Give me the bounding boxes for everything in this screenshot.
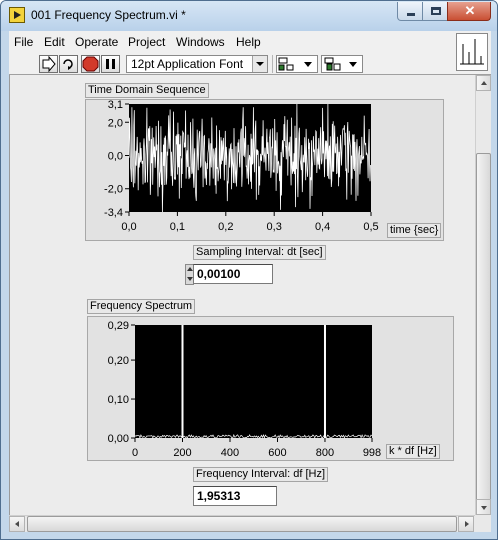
- x-tick-label: 0,2: [218, 221, 233, 233]
- close-button[interactable]: ✕: [447, 2, 491, 21]
- x-tick-label: 200: [173, 447, 191, 459]
- plot-area: [135, 325, 372, 438]
- menu-project[interactable]: Project: [128, 35, 165, 49]
- maximize-button[interactable]: [422, 2, 448, 21]
- x-tick-label: 0: [132, 447, 138, 459]
- time-domain-graph[interactable]: 0,0 0,1 0,2 0,3 0,4 0,5 3,1 2,0 0,0 -2,0 -3,4: [85, 99, 444, 241]
- y-tick-label: -2,0: [104, 184, 123, 196]
- spectrum-thumbnail-icon: [460, 39, 484, 65]
- sampling-interval-label: Sampling Interval: dt [sec]: [193, 245, 326, 260]
- y-tick-label: 0,20: [108, 355, 129, 367]
- distribute-objects-dropdown[interactable]: [321, 55, 363, 73]
- menu-bar: File Edit Operate Project Windows Help: [9, 31, 491, 53]
- scroll-down-button[interactable]: [476, 499, 491, 515]
- menu-windows[interactable]: Windows: [176, 35, 225, 49]
- x-tick-label: 0,3: [267, 221, 282, 233]
- x-tick-label: 0,4: [315, 221, 330, 233]
- y-tick-label: -3,4: [104, 207, 123, 219]
- frequency-interval-output: 1,95313: [193, 486, 277, 506]
- distribute-objects-icon: [324, 57, 357, 71]
- pause-button[interactable]: [101, 55, 120, 73]
- window-title: 001 Frequency Spectrum.vi *: [31, 8, 186, 22]
- time-axis-label: time {sec}: [387, 223, 442, 238]
- toolbar: 12pt Application Font: [9, 53, 491, 75]
- minimize-button[interactable]: [397, 2, 423, 21]
- freq-graph-label: Frequency Spectrum: [87, 299, 196, 314]
- time-graph-label: Time Domain Sequence: [85, 83, 209, 98]
- y-tick-label: 3,1: [108, 100, 123, 111]
- toolbar-separator: [272, 55, 273, 73]
- time-domain-plot: 0,0 0,1 0,2 0,3 0,4 0,5 3,1 2,0 0,0 -2,0 -3,4: [104, 99, 379, 233]
- run-button[interactable]: [39, 55, 58, 73]
- vertical-scrollbar[interactable]: [475, 75, 491, 515]
- sampling-interval-input[interactable]: 0,00100: [193, 264, 273, 284]
- chevron-down-icon: [256, 62, 264, 66]
- scroll-left-icon: [15, 521, 19, 527]
- frequency-spectrum-graph[interactable]: 0 200 400 600 800 998 0,29 0,20 0,10 0,00: [87, 316, 454, 461]
- x-tick-label: 800: [316, 447, 334, 459]
- scroll-down-icon: [481, 506, 487, 510]
- x-tick-label: 998: [363, 447, 381, 459]
- align-objects-dropdown[interactable]: [276, 55, 318, 73]
- vi-icon[interactable]: [456, 33, 488, 71]
- scroll-left-button[interactable]: [9, 516, 25, 532]
- scroll-up-icon: [481, 81, 487, 85]
- x-tick-label: 0,0: [121, 221, 136, 233]
- title-bar[interactable]: 001 Frequency Spectrum.vi * ✕: [1, 1, 497, 31]
- menu-help[interactable]: Help: [236, 35, 261, 49]
- x-tick-label: 0,5: [363, 221, 378, 233]
- freq-axis-label: k * df [Hz]: [386, 444, 440, 459]
- labview-icon: [9, 7, 25, 23]
- frequency-interval-label: Frequency Interval: df [Hz]: [193, 467, 328, 482]
- align-objects-icon: [278, 57, 312, 71]
- y-tick-label: 0,00: [108, 433, 129, 445]
- pause-icon: [106, 59, 115, 69]
- vertical-scroll-thumb[interactable]: [476, 153, 491, 503]
- font-dropdown-value: 12pt Application Font: [131, 57, 244, 71]
- resize-grip[interactable]: [475, 515, 491, 532]
- vi-window: 001 Frequency Spectrum.vi * ✕ File Edit …: [0, 0, 498, 540]
- x-tick-label: 0,1: [170, 221, 185, 233]
- menu-file[interactable]: File: [14, 35, 33, 49]
- close-icon: ✕: [464, 3, 476, 18]
- abort-button[interactable]: [81, 55, 100, 73]
- frequency-spectrum-plot: 0 200 400 600 800 998 0,29 0,20 0,10 0,00: [108, 320, 382, 459]
- font-dropdown-arrow[interactable]: [252, 56, 267, 72]
- font-dropdown[interactable]: 12pt Application Font: [126, 55, 268, 73]
- menu-edit[interactable]: Edit: [44, 35, 65, 49]
- x-tick-label: 600: [268, 447, 286, 459]
- y-tick-label: 0,0: [108, 151, 123, 163]
- scroll-up-button[interactable]: [476, 75, 491, 91]
- scroll-right-icon: [465, 521, 469, 527]
- run-arrow-icon: [42, 55, 56, 73]
- run-continuously-icon: [63, 59, 73, 70]
- y-tick-label: 2,0: [108, 117, 123, 129]
- menu-operate[interactable]: Operate: [75, 35, 118, 49]
- maximize-icon: [431, 7, 441, 15]
- stop-sign-icon: [82, 56, 99, 72]
- horizontal-scrollbar[interactable]: [9, 515, 475, 532]
- y-tick-label: 0,29: [108, 320, 129, 332]
- run-continuously-button[interactable]: [59, 55, 78, 73]
- x-tick-label: 400: [221, 447, 239, 459]
- scroll-right-button[interactable]: [458, 516, 474, 532]
- minimize-icon: [407, 13, 415, 16]
- y-tick-label: 0,10: [108, 394, 129, 406]
- front-panel: Time Domain Sequence 0,0 0,1 0,2 0,3 0,4 0,5 3…: [9, 75, 475, 515]
- horizontal-scroll-thumb[interactable]: [27, 516, 457, 532]
